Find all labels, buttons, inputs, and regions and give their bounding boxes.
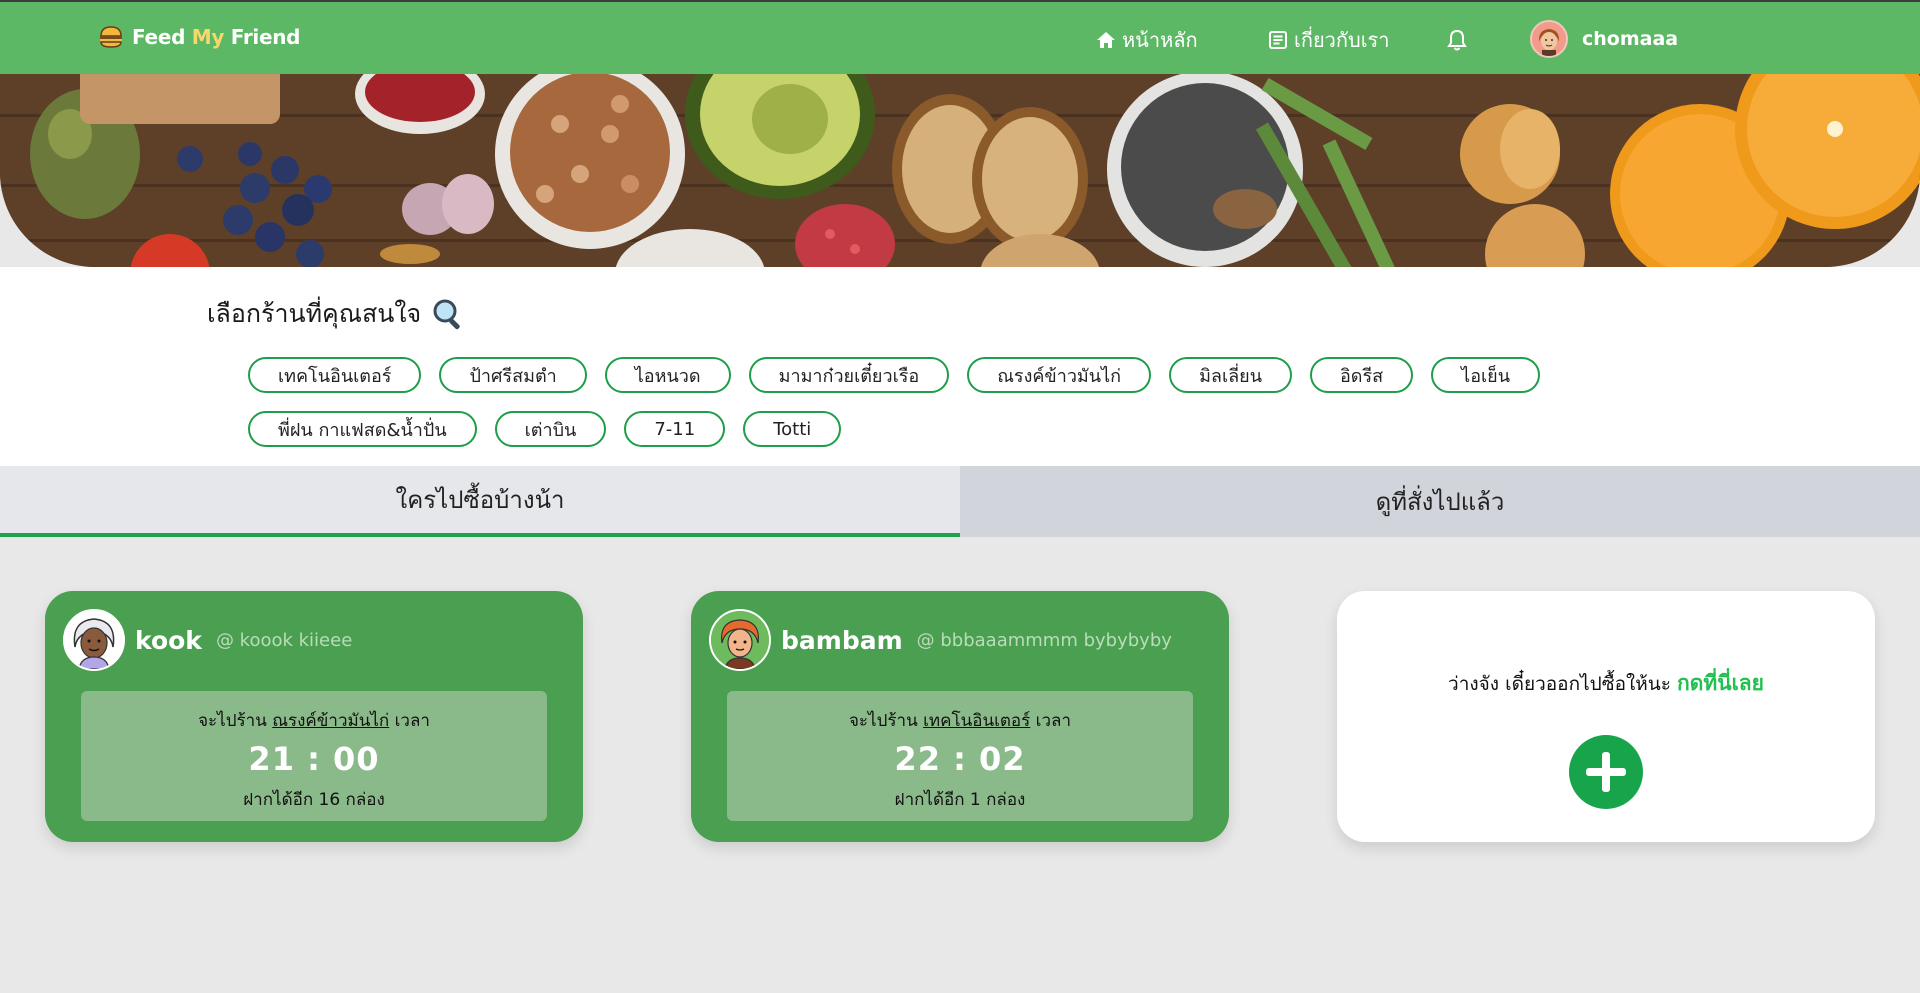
store-tags: เทคโนอินเตอร์ ป้าศรีสมตำ ไอหนวด มามาก๋วยเตี… [248, 357, 1648, 465]
store-tag[interactable]: ไอเย็น [1431, 357, 1541, 393]
store-tag[interactable]: เทคโนอินเตอร์ [248, 357, 422, 393]
navbar: Feed My Friend หน้าหลัก เกี่ยวกับเรา cho… [0, 0, 1920, 74]
trip-capacity: ฝากได้อีก 16 กล่อง [243, 790, 385, 810]
info-icon [1269, 31, 1287, 49]
store-select-title: เลือกร้านที่คุณสนใจ [207, 294, 465, 334]
bell-icon[interactable] [1446, 28, 1468, 52]
store-tag-row: เทคโนอินเตอร์ ป้าศรีสมตำ ไอหนวด มามาก๋วยเตี… [248, 357, 1648, 393]
nav-about-label: เกี่ยวกับเรา [1294, 28, 1390, 52]
store-tag[interactable]: Totti [743, 411, 842, 447]
store-tag[interactable]: พี่ฝน กาแฟสด&น้ำปั่น [248, 411, 477, 447]
avatar [1530, 20, 1568, 58]
user-menu[interactable]: chomaaa [1530, 20, 1678, 58]
trip-capacity: ฝากได้อีก 1 กล่อง [894, 790, 1026, 810]
tabs: ใครไปซื้อบ้างน้า ดูที่สั่งไปแล้ว [0, 466, 1920, 537]
food-banner-image [0, 74, 1920, 267]
store-tag[interactable]: เต่าบิน [494, 411, 607, 447]
search-icon [433, 299, 460, 330]
buyer-card[interactable]: bambam @ bbbaaammmm bybybyby จะไปร้าน เท… [691, 591, 1229, 842]
avatar [63, 609, 125, 671]
store-tag[interactable]: ณรงค์ข้าวมันไก่ [967, 357, 1152, 393]
create-trip-text: ว่างจัง เดี๋ยวออกไปซื้อให้นะ กดที่นี่เลย [1448, 671, 1764, 695]
create-trip-card: ว่างจัง เดี๋ยวออกไปซื้อให้นะ กดที่นี่เลย [1337, 591, 1875, 842]
store-tag-row: พี่ฝน กาแฟสด&น้ำปั่น เต่าบิน 7-11 Totti [248, 411, 1648, 447]
home-icon [1097, 32, 1115, 48]
tab-who-is-buying[interactable]: ใครไปซื้อบ้างน้า [0, 466, 960, 537]
plus-icon[interactable] [1569, 735, 1643, 809]
card-header: bambam @ bbbaaammmm bybybyby [709, 609, 1172, 671]
store-tag[interactable]: มิลเลี่ยน [1169, 357, 1292, 393]
trip-info: จะไปร้าน เทคโนอินเตอร์ เวลา 22 : 02 ฝากไ… [727, 691, 1193, 821]
nav-home-label: หน้าหลัก [1122, 28, 1198, 52]
store-tag[interactable]: อิดรีส [1310, 357, 1414, 393]
buyer-card[interactable]: kook @ koook kiieee จะไปร้าน ณรงค์ข้าวมั… [45, 591, 583, 842]
trip-store-line: จะไปร้าน เทคโนอินเตอร์ เวลา [848, 711, 1072, 731]
trip-time: 21 : 00 [248, 740, 380, 778]
hero-banner [0, 74, 1920, 267]
store-tag[interactable]: ป้าศรีสมตำ [439, 357, 587, 393]
store-tag[interactable]: ไอหนวด [604, 357, 731, 393]
trip-store-link[interactable]: ณรงค์ข้าวมันไก่ [272, 711, 389, 731]
brand-logo[interactable]: Feed My Friend [98, 24, 301, 50]
trip-info: จะไปร้าน ณรงค์ข้าวมันไก่ เวลา 21 : 00 ฝา… [81, 691, 547, 821]
card-username: kook [135, 625, 202, 655]
store-select-heading: เลือกร้านที่คุณสนใจ [207, 299, 422, 328]
card-handle: @ bbbaaammmm bybybyby [916, 629, 1172, 651]
nav-home-link[interactable]: หน้าหลัก [1096, 24, 1198, 56]
username: chomaaa [1582, 28, 1679, 50]
nav-about-link[interactable]: เกี่ยวกับเรา [1268, 24, 1390, 56]
card-header: kook @ koook kiieee [63, 609, 352, 671]
trip-store-line: จะไปร้าน ณรงค์ข้าวมันไก่ เวลา [198, 711, 430, 731]
trip-store-link[interactable]: เทคโนอินเตอร์ [923, 711, 1030, 731]
avatar [709, 609, 771, 671]
burger-icon [100, 26, 122, 48]
store-tag[interactable]: มามาก๋วยเตี๋ยวเรือ [748, 357, 950, 393]
tab-my-orders[interactable]: ดูที่สั่งไปแล้ว [960, 466, 1920, 537]
card-username: bambam [781, 625, 903, 655]
create-trip-link[interactable]: กดที่นี่เลย [1677, 671, 1764, 695]
card-handle: @ koook kiieee [215, 629, 353, 651]
store-tag[interactable]: 7-11 [624, 411, 726, 447]
trip-time: 22 : 02 [894, 740, 1026, 778]
brand-name: Feed My Friend [132, 25, 301, 49]
